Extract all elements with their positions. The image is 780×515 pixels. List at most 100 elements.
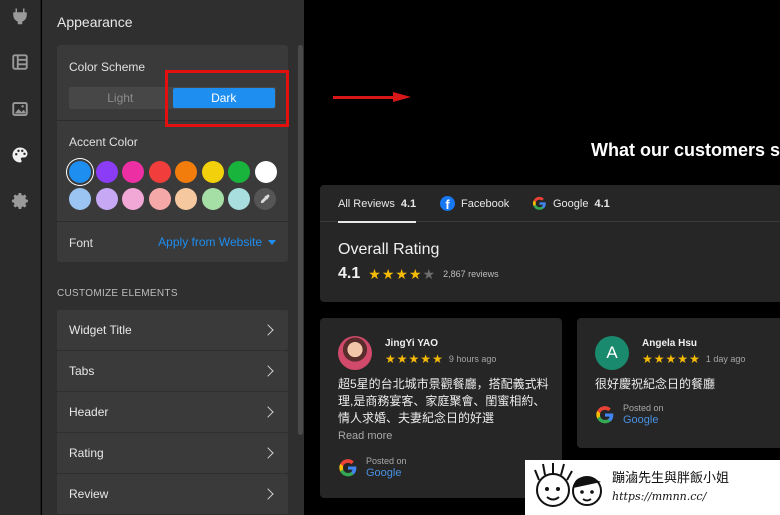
posted-on-label: Posted on	[366, 456, 407, 466]
review-count-suffix: reviews	[468, 269, 499, 279]
star-icon: ★	[653, 352, 665, 366]
watermark-text: 蹦滷先生與胖飯小姐 https://mmnn.cc/	[610, 470, 780, 506]
review-meta: ★ ★ ★ ★ ★ 1 day ago	[642, 353, 745, 365]
image-icon[interactable]	[9, 98, 31, 120]
star-rating: ★ ★ ★ ★ ★	[385, 353, 443, 365]
color-swatch[interactable]	[228, 161, 250, 183]
star-icon: ★	[408, 266, 422, 282]
google-icon	[533, 196, 546, 210]
color-swatch[interactable]	[122, 161, 144, 183]
arrow-head-icon	[393, 92, 411, 102]
review-tabs: All Reviews 4.1 f Facebook Google 4.1	[320, 185, 780, 223]
element-label: Widget Title	[69, 323, 132, 337]
reviewer-name: JingYi YAO	[385, 338, 438, 349]
posted-on-label: Posted on	[623, 403, 664, 413]
tab-rating: 4.1	[400, 197, 417, 210]
element-tabs[interactable]: Tabs	[57, 351, 288, 391]
tab-rating: 4.1	[594, 197, 610, 210]
star-icon: ★	[665, 352, 677, 366]
star-icon: ★	[432, 352, 443, 366]
dark-option-highlight	[165, 70, 289, 127]
read-more-link[interactable]: Read more	[338, 430, 392, 442]
facebook-icon: f	[440, 196, 455, 211]
review-count: 2,867 reviews	[443, 269, 499, 279]
overall-rating-title: Overall Rating	[338, 241, 440, 258]
element-rating[interactable]: Rating	[57, 433, 288, 473]
star-icon: ★	[642, 352, 653, 366]
color-swatch[interactable]	[228, 188, 250, 210]
chevron-right-icon	[262, 406, 274, 418]
font-label: Font	[69, 236, 94, 250]
widget-preview: What our customers s All Reviews 4.1 f F…	[305, 0, 780, 515]
widget-title: What our customers s	[591, 140, 780, 160]
review-text: 很好慶祝紀念日的餐廳	[595, 377, 716, 391]
color-swatch[interactable]	[148, 188, 171, 210]
color-swatch[interactable]	[201, 161, 224, 183]
star-icon: ★	[395, 266, 408, 282]
star-icon: ★	[385, 352, 396, 366]
gear-icon[interactable]	[9, 190, 31, 212]
review-time: 1 day ago	[705, 354, 746, 364]
element-header[interactable]: Header	[57, 392, 288, 432]
color-swatch[interactable]	[254, 161, 277, 183]
color-swatch[interactable]	[69, 161, 91, 183]
review-source-link[interactable]: Google	[366, 467, 407, 480]
color-swatch[interactable]	[69, 188, 91, 210]
light-scheme-button[interactable]: Light	[69, 87, 172, 109]
review-count-value: 2,867	[443, 269, 466, 279]
element-label: Tabs	[69, 364, 95, 378]
color-swatch[interactable]	[148, 161, 171, 183]
watermark: 蹦滷先生與胖飯小姐 https://mmnn.cc/	[525, 460, 780, 515]
star-icon: ★	[368, 266, 381, 282]
watermark-name: 蹦滷先生與胖飯小姐	[612, 470, 730, 486]
color-swatch[interactable]	[95, 161, 118, 183]
star-icon: ★	[420, 352, 432, 366]
overall-rating-value: 4.1	[338, 265, 361, 282]
panel-title: Appearance	[57, 14, 133, 30]
element-review[interactable]: Review	[57, 474, 288, 514]
palette-icon[interactable]	[9, 144, 31, 166]
tab-label: All Reviews	[338, 197, 395, 210]
google-icon	[339, 458, 357, 476]
font-select[interactable]: Apply from Website	[158, 235, 276, 249]
posted-on: Posted on Google	[595, 402, 664, 427]
cartoon-logo-icon	[525, 460, 610, 515]
star-icon: ★	[689, 352, 700, 366]
color-swatch[interactable]	[175, 161, 197, 183]
color-swatch[interactable]	[122, 188, 144, 210]
layout-icon[interactable]	[9, 51, 31, 73]
google-icon	[596, 405, 614, 423]
tab-all-reviews[interactable]: All Reviews 4.1	[338, 185, 417, 223]
divider	[57, 221, 288, 222]
posted-on: Posted on Google	[338, 455, 407, 480]
star-icon: ★	[396, 352, 408, 366]
reviewer-name: Angela Hsu	[642, 338, 698, 349]
element-widget-title[interactable]: Widget Title	[57, 310, 288, 350]
star-icon: ★	[677, 352, 689, 366]
element-label: Review	[69, 487, 109, 501]
plug-icon[interactable]	[9, 5, 31, 27]
color-swatch[interactable]	[95, 188, 118, 210]
caret-down-icon	[268, 239, 276, 245]
avatar: A	[595, 336, 629, 370]
arrow-annotation	[333, 96, 395, 99]
icon-rail	[0, 0, 41, 515]
panel-scrollbar[interactable]	[298, 45, 303, 435]
watermark-url: https://mmnn.cc/	[612, 489, 707, 503]
color-swatch[interactable]	[175, 188, 197, 210]
rating-summary: All Reviews 4.1 f Facebook Google 4.1 Ov…	[320, 185, 780, 302]
star-icon: ★	[408, 352, 420, 366]
review-text: 超5星的台北城市景觀餐廳，搭配義式料理,是商務宴客、家庭聚會、閨蜜相約、情人求婚…	[338, 377, 549, 425]
tab-google[interactable]: Google 4.1	[532, 185, 610, 222]
review-meta: ★ ★ ★ ★ ★ 9 hours ago	[385, 353, 496, 365]
star-rating: ★ ★ ★ ★ ★	[368, 267, 435, 281]
tab-facebook[interactable]: f Facebook	[440, 185, 509, 222]
eyedropper-icon[interactable]	[254, 188, 276, 210]
tab-label: Facebook	[461, 197, 510, 210]
review-source-link[interactable]: Google	[623, 414, 664, 427]
customize-elements-label: CUSTOMIZE ELEMENTS	[57, 288, 178, 299]
font-select-value: Apply from Website	[158, 235, 262, 249]
overall-rating-row: 4.1 ★ ★ ★ ★ ★ 2,867 reviews	[338, 265, 499, 283]
review-card: A Angela Hsu ★ ★ ★ ★ ★ 1 day ago 很好慶祝紀念日的餐廳 …	[577, 318, 780, 448]
color-swatch[interactable]	[201, 188, 224, 210]
